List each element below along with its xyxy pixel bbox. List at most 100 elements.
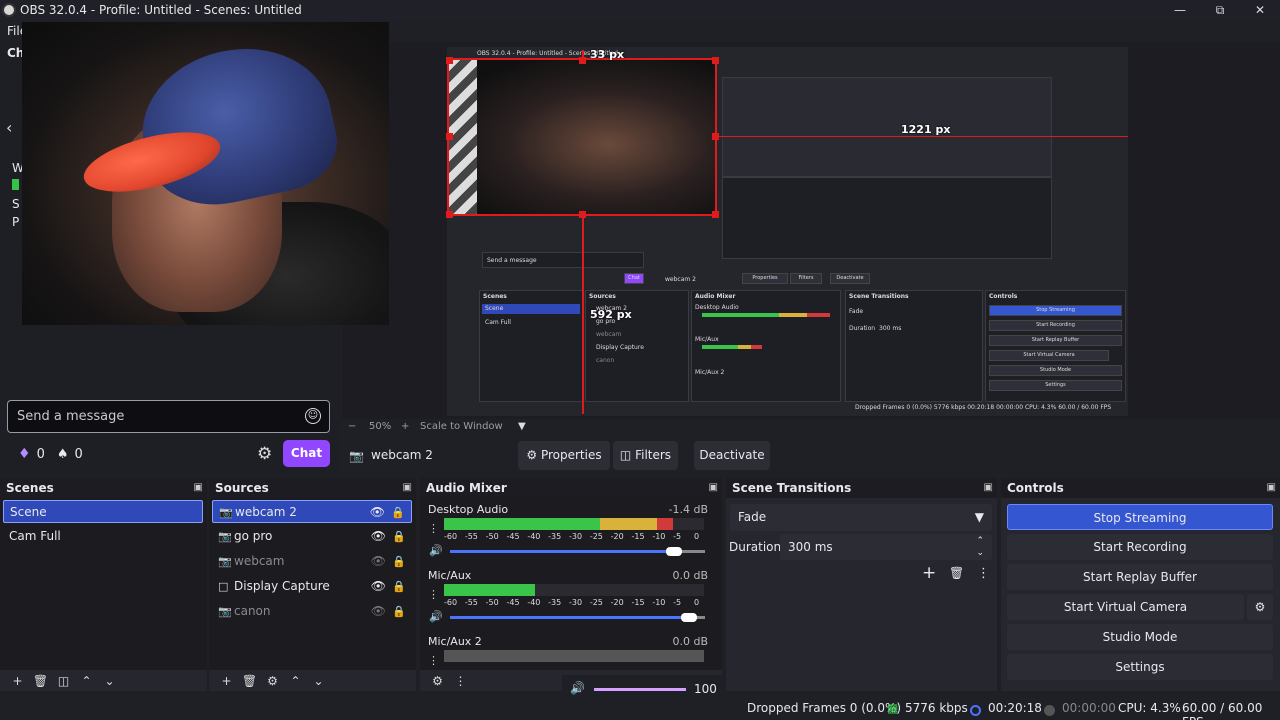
- minimize-button[interactable]: —: [1160, 0, 1200, 20]
- studio-mode-button[interactable]: Studio Mode: [1007, 624, 1273, 650]
- chevron-up-icon[interactable]: ⌃: [284, 674, 307, 688]
- nested-deactivate: Deactivate: [830, 273, 870, 284]
- source-item[interactable]: 📷 canon 👁 🔒: [212, 600, 412, 623]
- scale-tick-label: -15: [631, 598, 645, 607]
- scene-item[interactable]: Scene: [3, 500, 203, 523]
- eye-slash-icon[interactable]: 👁: [371, 600, 386, 623]
- lock-icon[interactable]: 🔒: [392, 600, 406, 623]
- resize-handle[interactable]: [446, 133, 453, 140]
- kebab-menu-icon[interactable]: ⋮: [977, 566, 990, 581]
- volume-slider[interactable]: [450, 613, 705, 622]
- spin-down-icon[interactable]: ⌄: [976, 540, 984, 566]
- lock-icon[interactable]: 🔒: [392, 575, 406, 598]
- add-icon[interactable]: +: [215, 674, 238, 688]
- nested-docks: [722, 177, 1052, 259]
- chevron-left-icon[interactable]: ‹: [6, 118, 12, 137]
- kebab-menu-icon[interactable]: ⋮: [428, 588, 439, 601]
- speaker-icon[interactable]: 🔊: [429, 610, 443, 623]
- kebab-menu-icon[interactable]: ⋮: [428, 522, 439, 535]
- nested-properties: Properties: [742, 273, 788, 284]
- source-item[interactable]: □ Display Capture 👁 🔒: [212, 575, 412, 598]
- gear-icon[interactable]: ⚙: [257, 444, 272, 464]
- undock-icon[interactable]: ▣: [194, 478, 203, 498]
- close-button[interactable]: ✕: [1240, 0, 1280, 20]
- start-virtual-camera-button[interactable]: Start Virtual Camera: [1007, 594, 1244, 620]
- deactivate-button[interactable]: Deactivate: [694, 441, 770, 470]
- kebab-menu-icon[interactable]: ⋮: [428, 654, 439, 667]
- scale-tick-label: -45: [506, 532, 520, 541]
- scene-item[interactable]: Cam Full: [3, 525, 203, 548]
- trash-icon[interactable]: 🗑: [238, 674, 261, 688]
- resize-handle[interactable]: [712, 133, 719, 140]
- lock-icon[interactable]: 🔒: [392, 550, 406, 573]
- badge-icon: [12, 179, 19, 190]
- scale-tick-label: -5: [673, 532, 682, 541]
- selected-source-box[interactable]: [447, 58, 717, 216]
- stream-time: 00:20:18: [988, 701, 1042, 715]
- start-replay-buffer-button[interactable]: Start Replay Buffer: [1007, 564, 1273, 590]
- duration-label: Duration: [729, 540, 782, 554]
- zoom-out-button[interactable]: −: [348, 421, 356, 432]
- add-icon[interactable]: +: [6, 674, 29, 688]
- master-volume-slider[interactable]: [594, 688, 686, 691]
- duration-input[interactable]: 300 ms ⌃ ⌄: [780, 534, 992, 560]
- add-transition-icon[interactable]: +: [922, 563, 936, 583]
- emoji-icon[interactable]: ☺: [305, 408, 321, 424]
- maximize-button[interactable]: ⧉: [1200, 0, 1240, 20]
- eye-slash-icon[interactable]: 👁: [371, 550, 386, 573]
- resize-handle[interactable]: [712, 57, 719, 64]
- filters-button[interactable]: ◫ Filters: [613, 441, 678, 470]
- undock-icon[interactable]: ▣: [1267, 478, 1276, 498]
- resize-handle[interactable]: [579, 211, 586, 218]
- lock-icon[interactable]: 🔒: [392, 525, 406, 548]
- chevron-down-icon[interactable]: ⌄: [307, 674, 330, 688]
- speaker-icon[interactable]: 🔊: [570, 681, 585, 695]
- resize-handle[interactable]: [446, 57, 453, 64]
- properties-button[interactable]: ⚙ Properties: [518, 441, 610, 470]
- eye-icon[interactable]: 👁: [370, 501, 385, 524]
- controls-title: Controls ▣: [1001, 478, 1280, 498]
- trash-icon[interactable]: 🗑: [29, 674, 52, 688]
- volume-slider[interactable]: [450, 547, 705, 556]
- scenes-dock-title: Scenes ▣: [0, 478, 207, 498]
- settings-button[interactable]: Settings: [1007, 654, 1273, 680]
- stop-streaming-button[interactable]: Stop Streaming: [1007, 504, 1273, 530]
- start-recording-button[interactable]: Start Recording: [1007, 534, 1273, 560]
- camera-icon: 📷: [218, 605, 232, 618]
- zoom-in-button[interactable]: +: [401, 421, 409, 432]
- source-item[interactable]: 📷 go pro 👁 🔒: [212, 525, 412, 548]
- gear-icon[interactable]: ⚙: [261, 674, 284, 688]
- resize-handle[interactable]: [579, 57, 586, 64]
- meter-scale: -60 -55 -50 -45 -40 -35 -30 -25 -20 -15 -10 -5 0: [444, 532, 704, 542]
- camera-icon: 📷: [219, 506, 233, 519]
- speaker-icon[interactable]: 🔊: [429, 544, 443, 557]
- eye-icon[interactable]: 👁: [371, 575, 386, 598]
- trash-icon[interactable]: 🗑: [949, 566, 964, 580]
- chat-send-button[interactable]: Chat: [283, 440, 330, 467]
- undock-icon[interactable]: ▣: [984, 478, 993, 498]
- source-item[interactable]: 📷 webcam 👁 🔒: [212, 550, 412, 573]
- chevron-up-icon[interactable]: ⌃: [75, 674, 98, 688]
- undock-icon[interactable]: ▣: [403, 478, 412, 498]
- scale-tick-label: -40: [527, 598, 541, 607]
- chevron-down-icon[interactable]: ▼: [518, 421, 526, 432]
- source-item[interactable]: 📷 webcam 2 👁 🔒: [212, 500, 412, 523]
- eye-icon[interactable]: 👁: [371, 525, 386, 548]
- chevron-down-icon[interactable]: ⌄: [98, 674, 121, 688]
- gear-icon[interactable]: ⚙: [426, 674, 449, 688]
- resize-handle[interactable]: [446, 211, 453, 218]
- lock-icon[interactable]: 🔒: [391, 501, 405, 524]
- chat-message-input[interactable]: Send a message ☺: [7, 400, 330, 433]
- channel-name: Mic/Aux: [428, 569, 472, 582]
- undock-icon[interactable]: ▣: [709, 478, 718, 498]
- audio-mixer-title: Audio Mixer ▣: [420, 478, 722, 498]
- nested-preview: [722, 77, 1052, 177]
- resize-handle[interactable]: [712, 211, 719, 218]
- meter-scale: -60 -55 -50 -45 -40 -35 -30 -25 -20 -15 -10 -5 0: [444, 598, 704, 608]
- scale-tick-label: -55: [464, 532, 478, 541]
- scale-mode-select[interactable]: Scale to Window: [420, 421, 503, 432]
- transition-select[interactable]: Fade ▼: [730, 504, 992, 531]
- kebab-menu-icon[interactable]: ⋮: [449, 674, 472, 688]
- gear-icon[interactable]: ⚙: [1247, 594, 1273, 620]
- filter-icon[interactable]: ◫: [52, 674, 75, 688]
